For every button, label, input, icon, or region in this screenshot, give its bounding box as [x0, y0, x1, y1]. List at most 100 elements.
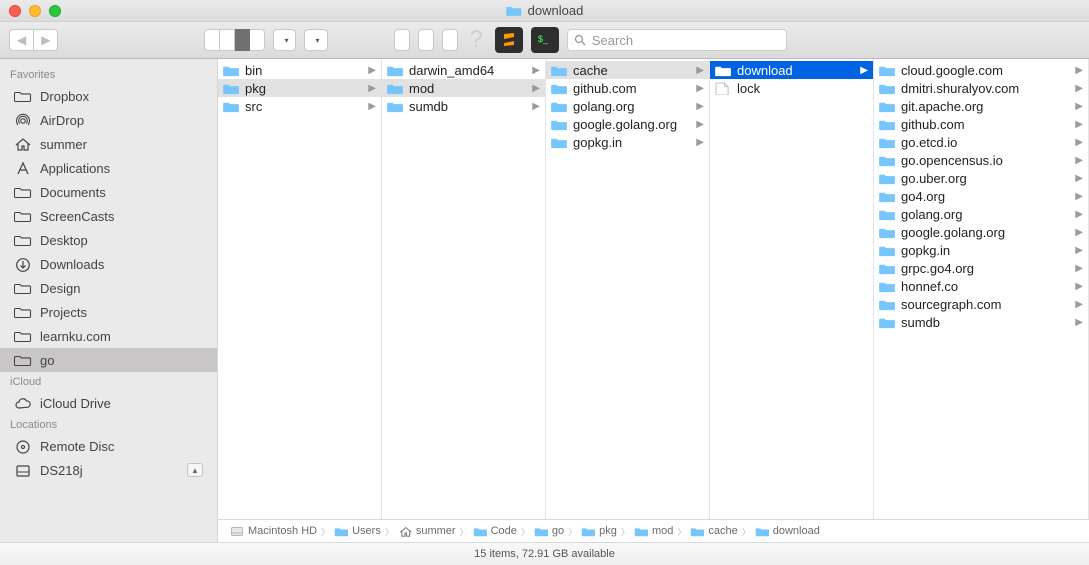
folder-row[interactable]: honnef.co▶	[874, 277, 1088, 295]
folder-row[interactable]: sumdb▶	[382, 97, 545, 115]
sidebar-item[interactable]: Documents	[0, 180, 217, 204]
sidebar-item[interactable]: Desktop	[0, 228, 217, 252]
sidebar-item[interactable]: DS218j▲	[0, 458, 217, 482]
folder-row[interactable]: pkg▶	[218, 79, 381, 97]
airdrop-icon	[14, 113, 32, 128]
folder-icon	[690, 526, 704, 537]
sidebar-item[interactable]: AirDrop	[0, 108, 217, 132]
action-button[interactable]: ▾	[304, 29, 327, 51]
sidebar-item[interactable]: learnku.com	[0, 324, 217, 348]
folder-icon	[879, 316, 896, 329]
column[interactable]: download▶lock	[710, 59, 874, 542]
icon-view-button[interactable]	[204, 29, 220, 51]
chevron-right-icon: ▶	[1075, 209, 1083, 220]
sidebar-item[interactable]: go	[0, 348, 217, 372]
view-mode-switch	[204, 29, 265, 51]
help-icon[interactable]: ?	[466, 26, 487, 54]
folder-row[interactable]: sumdb▶	[874, 313, 1088, 331]
folder-row[interactable]: google.golang.org▶	[546, 115, 709, 133]
path-label: cache	[708, 525, 737, 537]
folder-row[interactable]: gopkg.in▶	[546, 133, 709, 151]
folder-icon	[14, 281, 32, 296]
folder-row[interactable]: bin▶	[218, 61, 381, 79]
column[interactable]: cache▶github.com▶golang.org▶google.golan…	[546, 59, 710, 542]
folder-row[interactable]: cloud.google.com▶	[874, 61, 1088, 79]
sidebar-item-label: go	[40, 353, 54, 368]
gallery-view-button[interactable]	[250, 29, 265, 51]
folder-row[interactable]: go.opencensus.io▶	[874, 151, 1088, 169]
app-terminal-icon[interactable]: $_	[531, 27, 559, 53]
sidebar-item[interactable]: Dropbox	[0, 84, 217, 108]
path-segment[interactable]: summer	[398, 525, 456, 537]
folder-row[interactable]: go4.org▶	[874, 187, 1088, 205]
folder-row[interactable]: golang.org ▶	[874, 205, 1088, 223]
sidebar-item[interactable]: Applications	[0, 156, 217, 180]
list-view-button[interactable]	[220, 29, 235, 51]
path-segment[interactable]: mod	[634, 525, 673, 537]
new-folder-button[interactable]	[442, 29, 458, 51]
path-segment[interactable]: Macintosh HD	[230, 525, 317, 537]
download-icon	[14, 257, 32, 272]
folder-row[interactable]: git.apache.org▶	[874, 97, 1088, 115]
info-button[interactable]	[394, 29, 410, 51]
app-sublime-icon[interactable]	[495, 27, 523, 53]
item-name: bin	[245, 63, 363, 78]
close-window-button[interactable]	[9, 5, 21, 17]
svg-text:$_: $_	[538, 34, 549, 44]
folder-row[interactable]: go.uber.org▶	[874, 169, 1088, 187]
path-label: Users	[352, 525, 381, 537]
column[interactable]: bin▶pkg▶src▶	[218, 59, 382, 542]
back-button[interactable]: ◀	[9, 29, 34, 51]
trash-button[interactable]	[418, 29, 434, 51]
sidebar-item[interactable]: Downloads	[0, 252, 217, 276]
sidebar-item[interactable]: Design	[0, 276, 217, 300]
chevron-right-icon: ▶	[1075, 263, 1083, 274]
sidebar-item[interactable]: ScreenCasts	[0, 204, 217, 228]
folder-row[interactable]: github.com▶	[874, 115, 1088, 133]
chevron-right-icon: ▶	[696, 119, 704, 130]
folder-row[interactable]: darwin_amd64▶	[382, 61, 545, 79]
sidebar-item[interactable]: Projects	[0, 300, 217, 324]
sidebar-item[interactable]: iCloud Drive	[0, 391, 217, 415]
eject-button[interactable]: ▲	[187, 463, 203, 477]
folder-row[interactable]: grpc.go4.org▶	[874, 259, 1088, 277]
path-segment[interactable]: cache	[690, 525, 737, 537]
search-field[interactable]: Search	[567, 29, 787, 51]
zoom-window-button[interactable]	[49, 5, 61, 17]
folder-row[interactable]: gopkg.in▶	[874, 241, 1088, 259]
item-name: golang.org	[901, 207, 1070, 222]
folder-row[interactable]: dmitri.shuralyov.com ▶	[874, 79, 1088, 97]
arrange-button[interactable]: ▾	[273, 29, 296, 51]
folder-row[interactable]: sourcegraph.com▶	[874, 295, 1088, 313]
column[interactable]: cloud.google.com▶ dmitri.shuralyov.com ▶ gi…	[874, 59, 1089, 542]
minimize-window-button[interactable]	[29, 5, 41, 17]
folder-icon	[223, 82, 240, 95]
item-name: gopkg.in	[573, 135, 691, 150]
path-segment[interactable]: pkg	[581, 525, 617, 537]
folder-row[interactable]: mod▶	[382, 79, 545, 97]
chevron-right-icon: ▶	[1075, 65, 1083, 76]
folder-row[interactable]: golang.org▶	[546, 97, 709, 115]
folder-row[interactable]: go.etcd.io▶	[874, 133, 1088, 151]
forward-button[interactable]: ▶	[34, 29, 58, 51]
item-name: dmitri.shuralyov.com	[901, 81, 1070, 96]
path-segment[interactable]: go	[534, 525, 564, 537]
path-segment[interactable]: download	[755, 525, 820, 537]
folder-row[interactable]: github.com▶	[546, 79, 709, 97]
folder-row[interactable]: google.golang.org▶	[874, 223, 1088, 241]
column-view-button[interactable]	[235, 29, 250, 51]
nas-icon	[14, 463, 32, 478]
file-row[interactable]: lock	[710, 79, 873, 97]
chevron-right-icon: ▶	[368, 83, 376, 94]
path-segment[interactable]: Users	[334, 525, 381, 537]
chevron-right-icon: ▶	[1075, 83, 1083, 94]
sidebar-item[interactable]: Remote Disc	[0, 434, 217, 458]
folder-row[interactable]: download▶	[710, 61, 873, 79]
chevron-right-icon: ▶	[532, 65, 540, 76]
sidebar-item-label: Desktop	[40, 233, 88, 248]
folder-row[interactable]: cache▶	[546, 61, 709, 79]
sidebar-item[interactable]: summer	[0, 132, 217, 156]
column[interactable]: darwin_amd64▶mod▶sumdb▶	[382, 59, 546, 542]
folder-row[interactable]: src▶	[218, 97, 381, 115]
path-segment[interactable]: Code	[473, 525, 517, 537]
